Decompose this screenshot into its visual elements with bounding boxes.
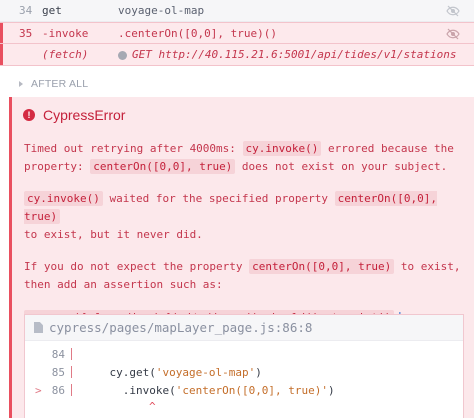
code-token: cy.get(	[83, 365, 156, 379]
inline-code: cy.invoke()	[24, 191, 103, 206]
code-frame-header[interactable]: cypress/pages/mapLayer_page.js:86:8	[25, 315, 463, 341]
command-message: voyage-ol-map	[118, 4, 205, 17]
command-number: 34	[19, 4, 33, 17]
error-paragraph: If you do not expect the property center…	[24, 258, 464, 294]
error-title: CypressError	[43, 107, 126, 123]
command-name: -invoke	[42, 26, 89, 40]
command-message: .centerOn([0,0], true)()	[118, 26, 277, 40]
eye-slash-icon[interactable]	[446, 5, 460, 17]
gutter-bar	[71, 348, 72, 360]
code-line: 84	[25, 345, 463, 363]
code-text: .invoke('centerOn([0,0], true)')	[83, 384, 335, 397]
caret-right-icon	[19, 81, 23, 87]
fetch-label: (fetch)	[42, 48, 89, 61]
error-text: If you do not expect the property	[24, 260, 250, 273]
inline-code: centerOn([0,0], true)	[249, 259, 395, 274]
error-icon: !	[23, 109, 35, 121]
eye-slash-icon[interactable]	[446, 28, 460, 40]
command-row-fetch[interactable]: (fetch) GET http://40.115.21.6:5001/api/…	[0, 44, 474, 66]
code-text: cy.get('voyage-ol-map')	[83, 365, 262, 379]
code-token: )	[328, 383, 335, 397]
code-token: .invoke(	[83, 383, 176, 397]
error-text: then add an assertion such as:	[24, 278, 223, 291]
error-paragraph: cy.invoke() waited for the specified pro…	[24, 190, 464, 244]
fetch-url: GET http://40.115.21.6:5001/api/tides/v1…	[132, 48, 457, 61]
line-number: 84	[51, 347, 65, 361]
error-message: Timed out retrying after 4000ms: cy.invo…	[24, 140, 464, 341]
error-text: to exist,	[394, 260, 461, 273]
command-row-invoke[interactable]: 35 -invoke .centerOn([0,0], true)()	[0, 22, 474, 44]
code-string: 'centerOn([0,0], true)'	[175, 383, 329, 397]
line-number: 85	[51, 365, 65, 379]
inline-code: centerOn([0,0], true)	[90, 159, 236, 174]
file-path-link[interactable]: cypress/pages/mapLayer_page.js:86:8	[49, 320, 312, 335]
failed-indicator	[0, 23, 3, 43]
command-row-get[interactable]: 34 get voyage-ol-map	[0, 0, 474, 22]
code-line-caret: ^	[25, 397, 463, 415]
inline-code: cy.invoke()	[242, 141, 322, 156]
error-text: Timed out retrying after 4000ms:	[24, 142, 243, 155]
command-number: 35	[19, 26, 33, 40]
error-panel: ! CypressError Timed out retrying after …	[9, 97, 474, 418]
after-all-hook[interactable]: AFTER ALL	[19, 78, 88, 90]
failed-indicator	[0, 44, 3, 65]
code-string: 'voyage-ol-map'	[155, 365, 256, 379]
error-header: ! CypressError	[12, 97, 474, 133]
code-line: 85 cy.get('voyage-ol-map')	[25, 363, 463, 381]
gutter-bar	[71, 384, 72, 396]
error-caret: ^	[149, 399, 156, 413]
command-name: get	[42, 4, 62, 17]
code-frame: cypress/pages/mapLayer_page.js:86:8 84 8…	[24, 314, 464, 418]
gutter-bar	[71, 366, 72, 378]
error-text: waited for the specified property	[102, 192, 335, 205]
line-number: 86	[51, 383, 65, 397]
after-all-label: AFTER ALL	[31, 78, 89, 90]
pending-dot-icon	[118, 51, 127, 60]
error-text: does not exist on your subject.	[235, 160, 448, 173]
error-paragraph: Timed out retrying after 4000ms: cy.invo…	[24, 140, 464, 176]
code-token: )	[255, 365, 262, 379]
file-icon	[34, 322, 43, 333]
error-text: errored because the	[321, 142, 454, 155]
error-text: property:	[24, 160, 91, 173]
error-text: to exist, but it never did.	[24, 228, 203, 241]
